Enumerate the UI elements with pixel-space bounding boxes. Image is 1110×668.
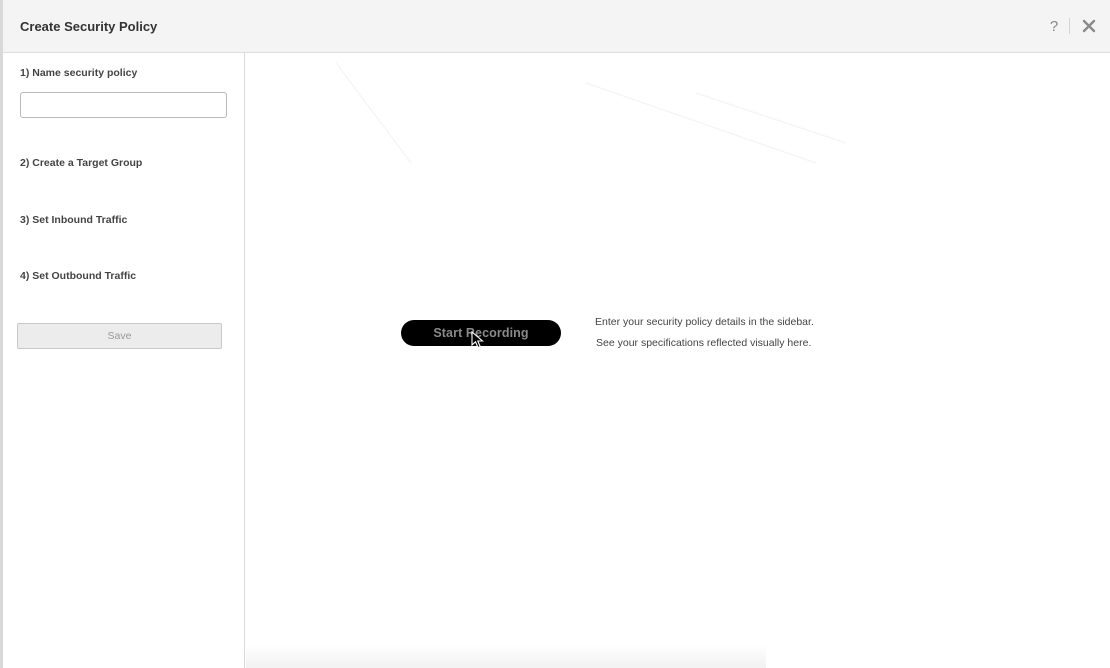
save-button[interactable]: Save xyxy=(17,323,222,349)
hint-text-line-1: Enter your security policy details in th… xyxy=(595,316,814,328)
hint-text-line-2: See your specifications reflected visual… xyxy=(596,337,812,349)
dialog-title: Create Security Policy xyxy=(20,19,158,34)
step-inbound-traffic-label: 3) Set Inbound Traffic xyxy=(20,214,128,226)
policy-name-input[interactable] xyxy=(20,92,227,118)
help-icon[interactable]: ? xyxy=(1046,17,1062,37)
sidebar: 1) Name security policy 2) Create a Targ… xyxy=(3,53,245,668)
create-security-policy-dialog: Create Security Policy ? 1) Name securit… xyxy=(0,0,1110,668)
step-target-group-label: 2) Create a Target Group xyxy=(20,157,143,169)
step-outbound-traffic-label: 4) Set Outbound Traffic xyxy=(20,270,137,282)
header-divider xyxy=(1069,18,1070,34)
canvas-bottom-shadow xyxy=(246,644,766,668)
mouse-pointer-icon xyxy=(471,330,485,349)
visual-canvas: Start Recording Enter your security poli… xyxy=(246,53,1110,668)
canvas-background-lines xyxy=(335,62,847,164)
step-name-policy-label: 1) Name security policy xyxy=(20,67,138,79)
close-icon[interactable] xyxy=(1079,16,1099,36)
dialog-header: Create Security Policy ? xyxy=(3,0,1110,53)
